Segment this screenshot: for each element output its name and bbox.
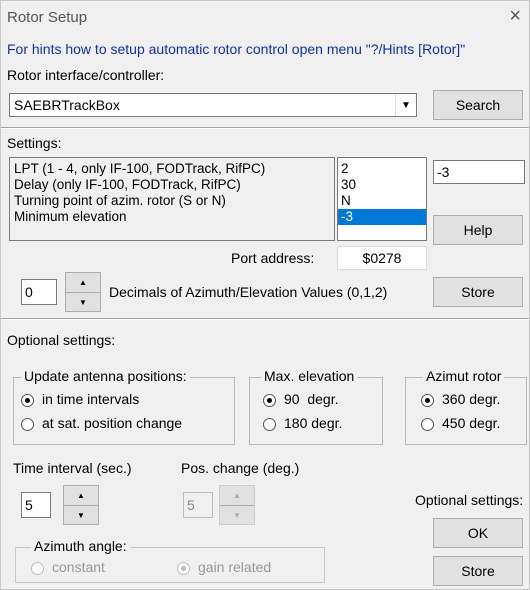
close-icon[interactable]: × <box>509 5 521 28</box>
radio-elev-90[interactable]: 90 degr. <box>263 391 339 407</box>
settings-item: Turning point of azim. rotor (S or N) <box>14 193 226 208</box>
radio-elev-180[interactable]: 180 degr. <box>263 415 342 431</box>
radio-azimut-450[interactable]: 450 degr. <box>421 415 500 431</box>
rotor-interface-select[interactable]: SAEBRTrackBox ▼ <box>9 93 417 117</box>
radio-at-sat-position-change[interactable]: at sat. position change <box>21 415 182 431</box>
radio-selected-icon[interactable] <box>421 393 434 407</box>
radio-label: constant <box>52 559 105 575</box>
window-title: Rotor Setup <box>7 9 88 26</box>
radio-selected-icon[interactable] <box>177 561 190 575</box>
radio-in-time-intervals[interactable]: in time intervals <box>21 391 139 407</box>
radio-icon[interactable] <box>421 417 434 431</box>
max-elevation-group <box>249 377 383 445</box>
decimals-input[interactable]: 0 <box>21 279 57 305</box>
settings-list: LPT (1 - 4, only IF-100, FODTrack, RifPC… <box>9 157 335 241</box>
hint-text: For hints how to setup automatic rotor c… <box>7 41 466 57</box>
radio-constant[interactable]: constant <box>31 559 105 575</box>
rotor-interface-label: Rotor interface/controller: <box>7 67 165 83</box>
decimals-stepper[interactable]: ▲ ▼ <box>65 272 101 312</box>
up-arrow-icon[interactable]: ▲ <box>220 486 254 506</box>
down-arrow-icon[interactable]: ▼ <box>220 506 254 525</box>
azimut-rotor-group-title: Azimut rotor <box>423 368 505 384</box>
list-item[interactable]: 2 <box>338 161 426 177</box>
settings-item: LPT (1 - 4, only IF-100, FODTrack, RifPC… <box>14 161 266 176</box>
radio-icon[interactable] <box>263 417 276 431</box>
down-arrow-icon[interactable]: ▼ <box>66 293 100 312</box>
chevron-down-icon[interactable]: ▼ <box>395 94 416 116</box>
pos-change-stepper[interactable]: ▲ ▼ <box>219 485 255 525</box>
time-interval-input[interactable]: 5 <box>21 492 51 518</box>
max-elevation-group-title: Max. elevation <box>261 368 358 384</box>
azimut-rotor-group <box>405 377 527 445</box>
radio-label: 90 degr. <box>284 391 339 407</box>
optional-settings-right-label: Optional settings: <box>415 492 524 508</box>
update-antenna-group-title: Update antenna positions: <box>21 368 190 384</box>
radio-label: 360 degr. <box>442 391 501 407</box>
radio-label: in time intervals <box>42 391 140 407</box>
settings-label: Settings: <box>7 135 62 151</box>
port-address-label: Port address: <box>231 250 315 266</box>
up-arrow-icon[interactable]: ▲ <box>64 486 98 506</box>
pos-change-label: Pos. change (deg.) <box>181 460 300 476</box>
radio-label: gain related <box>198 559 272 575</box>
setting-value-input[interactable]: -3 <box>433 160 525 184</box>
divider <box>1 318 529 320</box>
update-antenna-group <box>13 377 235 445</box>
ok-button[interactable]: OK <box>433 518 523 548</box>
rotor-setup-window: Rotor Setup × For hints how to setup aut… <box>0 0 530 590</box>
radio-gain-related[interactable]: gain related <box>177 559 271 575</box>
radio-label: 180 degr. <box>284 415 343 431</box>
settings-item: Minimum elevation <box>14 209 127 224</box>
radio-icon[interactable] <box>31 561 44 575</box>
radio-label: at sat. position change <box>42 415 183 431</box>
list-item[interactable]: N <box>338 193 426 209</box>
down-arrow-icon[interactable]: ▼ <box>64 506 98 525</box>
store-decimals-button[interactable]: Store <box>433 277 523 307</box>
help-button[interactable]: Help <box>433 215 523 245</box>
radio-selected-icon[interactable] <box>21 393 34 407</box>
list-item[interactable]: 30 <box>338 177 426 193</box>
port-address-value: $0278 <box>337 246 427 270</box>
radio-label: 450 degr. <box>442 415 501 431</box>
azimuth-angle-group-title: Azimuth angle: <box>31 538 130 554</box>
decimals-label: Decimals of Azimuth/Elevation Values (0,… <box>109 284 388 300</box>
list-item-selected[interactable]: -3 <box>338 209 426 225</box>
time-interval-label: Time interval (sec.) <box>13 460 132 476</box>
settings-item: Delay (only IF-100, FODTrack, RifPC) <box>14 177 241 192</box>
time-interval-stepper[interactable]: ▲ ▼ <box>63 485 99 525</box>
rotor-interface-value: SAEBRTrackBox <box>14 97 120 113</box>
settings-values-list[interactable]: 2 30 N -3 <box>337 157 427 241</box>
radio-icon[interactable] <box>21 417 34 431</box>
search-button[interactable]: Search <box>433 90 523 120</box>
optional-settings-label: Optional settings: <box>7 332 116 348</box>
up-arrow-icon[interactable]: ▲ <box>66 273 100 293</box>
divider <box>1 127 529 129</box>
store-optional-button[interactable]: Store <box>433 556 523 586</box>
pos-change-input[interactable]: 5 <box>183 492 213 518</box>
radio-selected-icon[interactable] <box>263 393 276 407</box>
radio-azimut-360[interactable]: 360 degr. <box>421 391 500 407</box>
